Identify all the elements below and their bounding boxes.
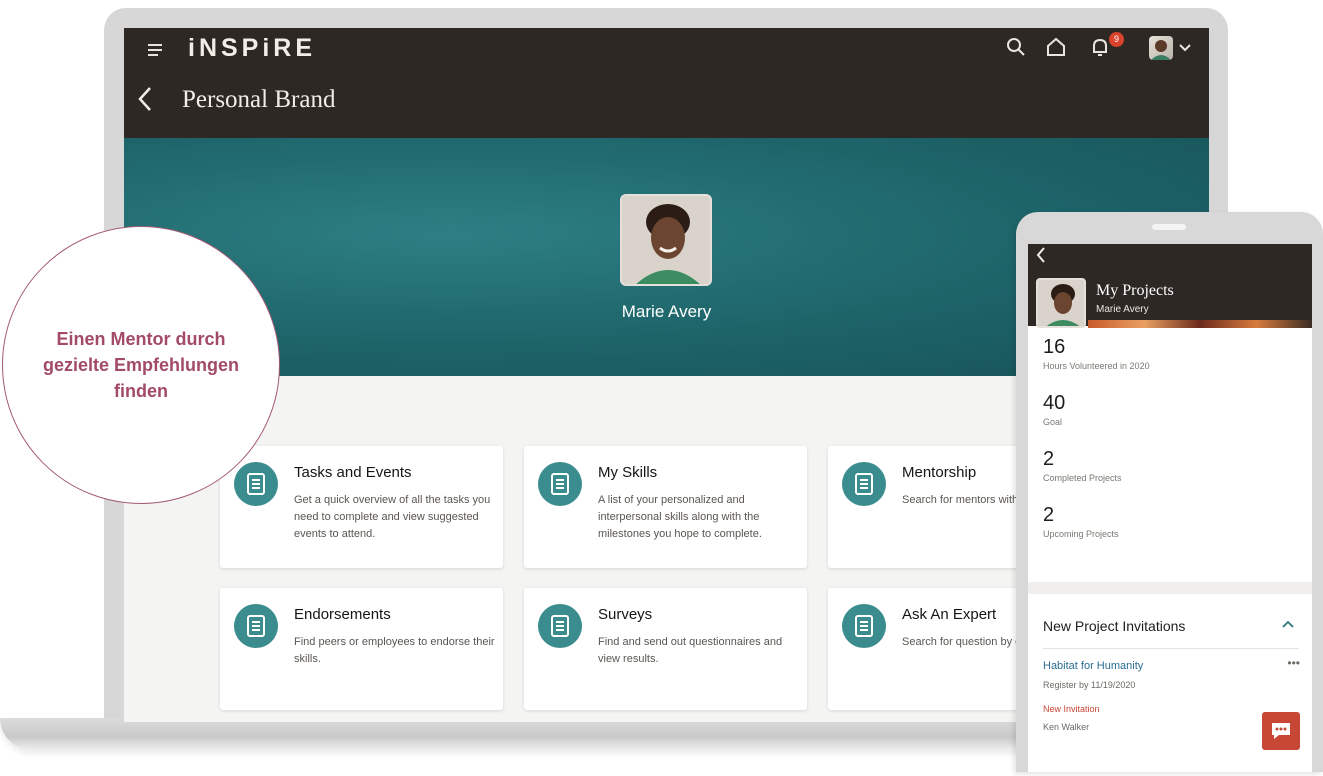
card-description: Get a quick overview of all the tasks yo…: [294, 494, 491, 540]
chevron-up-icon[interactable]: [1282, 616, 1294, 631]
stat-label: Hours Volunteered in 2020: [1043, 361, 1150, 371]
phone-avatar: [1036, 278, 1086, 328]
stat-goal: 40 Goal: [1043, 392, 1065, 427]
document-icon: [842, 604, 886, 648]
card-title: My Skills: [598, 464, 658, 481]
bell-icon[interactable]: 9: [1089, 32, 1124, 64]
stat-value: 2: [1043, 448, 1055, 470]
phone-screen: My Projects Marie Avery 16 Hours Volunte…: [1028, 244, 1312, 772]
document-icon: [234, 462, 278, 506]
search-icon[interactable]: [1005, 36, 1033, 64]
card-title: Endorsements: [294, 606, 391, 623]
stat-value: 40: [1043, 392, 1066, 414]
user-avatar[interactable]: [1149, 36, 1173, 60]
page-title: Personal Brand: [182, 86, 336, 113]
callout-text: Einen Mentor durch gezielte Empfehlungen…: [42, 329, 240, 401]
stat-label: Completed Projects: [1043, 473, 1122, 483]
card-tasks-and-events[interactable]: Tasks and Events Get a quick overview of…: [220, 446, 503, 568]
back-icon[interactable]: [136, 84, 154, 122]
phone-speaker: [1152, 224, 1186, 230]
card-endorsements[interactable]: Endorsements Find peers or employees to …: [220, 588, 503, 710]
phone-title: My Projects: [1096, 282, 1174, 299]
card-description: Find peers or employees to endorse their…: [294, 636, 495, 665]
stat-hours: 16 Hours Volunteered in 2020: [1043, 336, 1150, 371]
document-icon: [538, 604, 582, 648]
card-title: Mentorship: [902, 464, 977, 481]
stat-value: 2: [1043, 504, 1055, 526]
invitation-link[interactable]: Habitat for Humanity: [1043, 660, 1143, 672]
phone-frame: My Projects Marie Avery 16 Hours Volunte…: [1016, 212, 1323, 772]
section-divider: [1028, 582, 1312, 594]
more-icon[interactable]: •••: [1287, 656, 1300, 670]
profile-photo: [620, 194, 712, 286]
stat-label: Upcoming Projects: [1043, 529, 1119, 539]
card-my-skills[interactable]: My Skills A list of your personalized an…: [524, 446, 807, 568]
stat-value: 16: [1043, 336, 1066, 358]
card-title: Tasks and Events: [294, 464, 412, 481]
top-bar: iNSPiRE 9 Personal Brand: [124, 28, 1209, 138]
stat-label: Goal: [1043, 417, 1063, 427]
document-icon: [842, 462, 886, 506]
card-description: A list of your personalized and interper…: [598, 494, 762, 540]
stat-upcoming: 2 Upcoming Projects: [1043, 504, 1119, 539]
chevron-down-icon[interactable]: [1177, 40, 1205, 68]
stat-completed: 2 Completed Projects: [1043, 448, 1122, 483]
invitation-person: Ken Walker: [1043, 722, 1090, 732]
divider: [1043, 648, 1299, 649]
brand-logo: iNSPiRE: [188, 34, 317, 62]
card-surveys[interactable]: Surveys Find and send out questionnaires…: [524, 588, 807, 710]
invitations-heading: New Project Invitations: [1043, 618, 1186, 634]
card-title: Ask An Expert: [902, 606, 997, 623]
phone-subtitle: Marie Avery: [1096, 304, 1149, 315]
chat-icon[interactable]: [1262, 712, 1300, 750]
invitation-register-date: Register by 11/19/2020: [1043, 680, 1136, 690]
card-description: Find and send out questionnaires and vie…: [598, 636, 783, 665]
back-icon[interactable]: [1036, 246, 1046, 270]
feature-callout: Einen Mentor durch gezielte Empfehlungen…: [2, 226, 280, 504]
document-icon: [538, 462, 582, 506]
notification-badge: 9: [1109, 32, 1124, 47]
menu-icon[interactable]: [148, 40, 166, 63]
invitation-status: New Invitation: [1043, 704, 1100, 714]
laptop-base: [0, 718, 1170, 750]
document-icon: [234, 604, 278, 648]
home-icon[interactable]: [1045, 36, 1073, 64]
card-title: Surveys: [598, 606, 653, 623]
phone-header-band: [1088, 320, 1312, 328]
